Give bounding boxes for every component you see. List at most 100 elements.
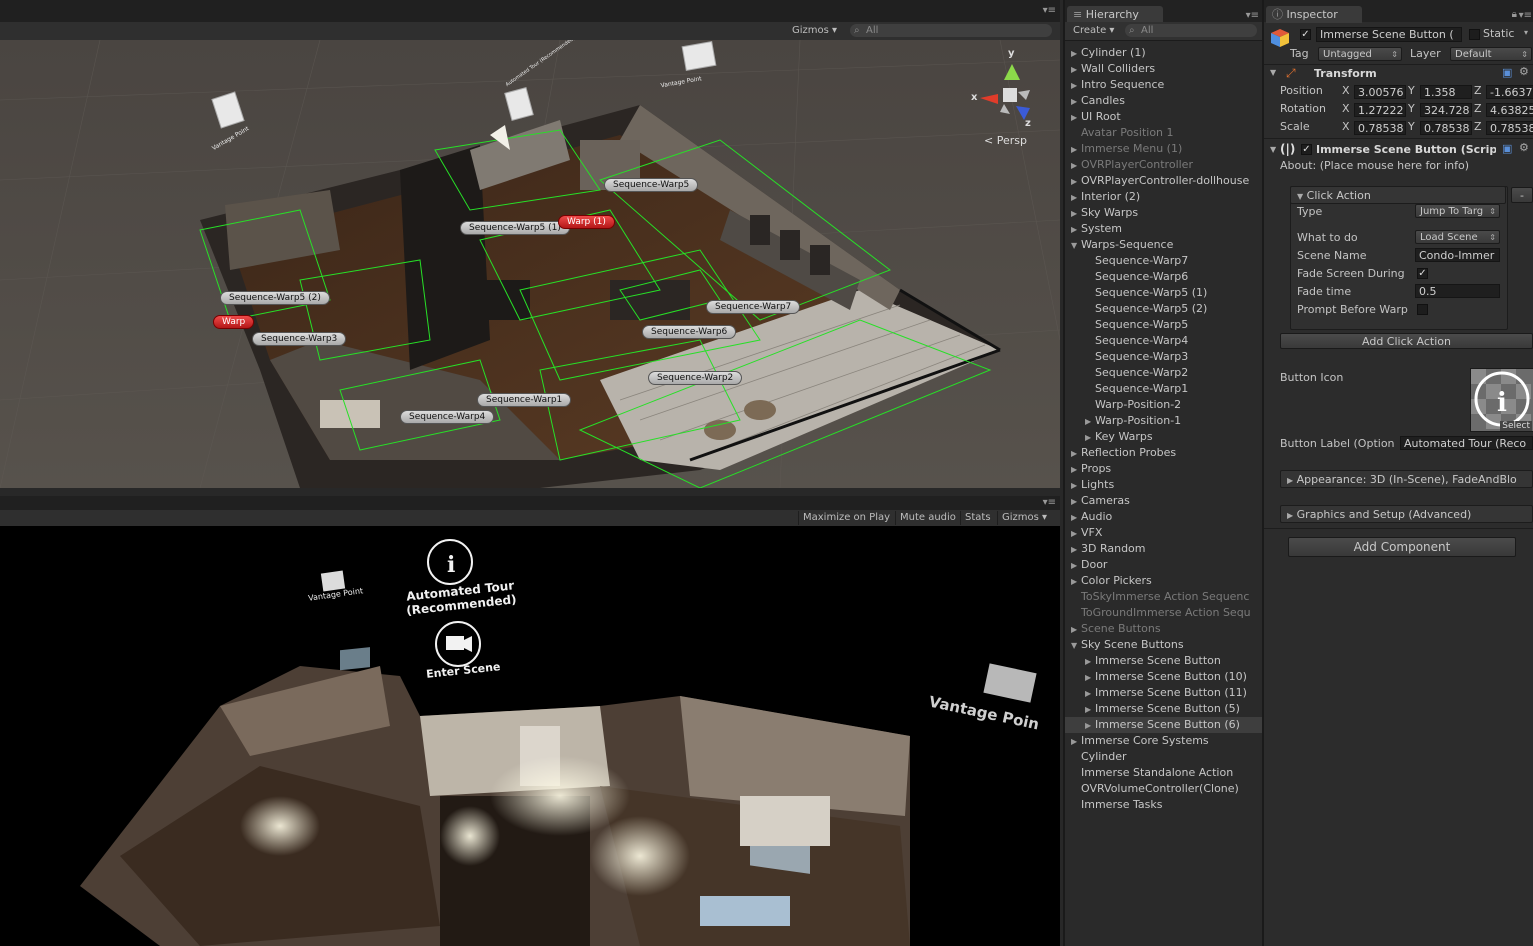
button-label-field[interactable]: Automated Tour (Reco: [1400, 436, 1533, 450]
collapsed-arrow-icon[interactable]: ▶: [1071, 542, 1081, 557]
collapsed-arrow-icon[interactable]: ▶: [1071, 142, 1081, 157]
add-click-action-button[interactable]: Add Click Action: [1280, 333, 1533, 349]
scene-search-input[interactable]: ⌕ All: [850, 24, 1052, 37]
collapsed-arrow-icon[interactable]: ▶: [1085, 702, 1095, 717]
create-dropdown[interactable]: Create ▾: [1069, 24, 1118, 38]
hierarchy-item[interactable]: ▶ UI Root: [1065, 109, 1268, 125]
warp-label[interactable]: Warp (1): [558, 215, 615, 229]
gear-icon[interactable]: ⚙: [1519, 65, 1529, 78]
rotation-x-field[interactable]: 1.27222: [1354, 103, 1406, 117]
script-enabled-checkbox[interactable]: ✓: [1301, 144, 1312, 155]
warp-label[interactable]: Sequence-Warp1: [477, 393, 572, 407]
orientation-gizmo[interactable]: y x z < Persp: [960, 48, 1050, 150]
collapsed-arrow-icon[interactable]: ▶: [1071, 206, 1081, 221]
game-canvas[interactable]: i Vantage Point Automated Tour (Recommen…: [0, 526, 1060, 946]
collapsed-arrow-icon[interactable]: ▶: [1085, 718, 1095, 733]
collapsed-arrow-icon[interactable]: ▶: [1071, 734, 1081, 749]
add-component-button[interactable]: Add Component: [1288, 537, 1516, 557]
collapsed-arrow-icon[interactable]: ▶: [1085, 686, 1095, 701]
warp-label[interactable]: Sequence-Warp5: [604, 178, 699, 192]
remove-click-action-button[interactable]: -: [1511, 187, 1533, 203]
hierarchy-item[interactable]: ▶ Candles: [1065, 93, 1268, 109]
scene-gizmos-dropdown[interactable]: Gizmos ▾: [788, 24, 841, 38]
hierarchy-item[interactable]: OVRVolumeController(Clone): [1065, 781, 1268, 797]
hierarchy-item[interactable]: Sequence-Warp4: [1065, 333, 1282, 349]
collapsed-arrow-icon[interactable]: ▶: [1071, 190, 1081, 205]
hierarchy-item[interactable]: ▶ Immerse Scene Button: [1065, 653, 1282, 669]
hierarchy-item[interactable]: ▶ Immerse Scene Button (6): [1065, 717, 1282, 733]
panel-menu-icon-3[interactable]: ▾≡: [1246, 10, 1259, 21]
collapsed-arrow-icon[interactable]: ▶: [1071, 574, 1081, 589]
hierarchy-item[interactable]: ▶ Audio: [1065, 509, 1268, 525]
hierarchy-item[interactable]: ToSkyImmerse Action Sequenc: [1065, 589, 1268, 605]
hierarchy-item[interactable]: ▶ Immerse Scene Button (5): [1065, 701, 1282, 717]
collapsed-arrow-icon[interactable]: ▶: [1071, 622, 1081, 637]
scene-view[interactable]: ▾≡ Gizmos ▾ ⌕ All Vantage Point Vantage …: [0, 0, 1060, 488]
hierarchy-search-input[interactable]: ⌕ All: [1125, 24, 1257, 37]
hierarchy-item[interactable]: Sequence-Warp2: [1065, 365, 1282, 381]
collapsed-arrow-icon[interactable]: ▶: [1071, 158, 1081, 173]
gameobject-name-field[interactable]: Immerse Scene Button (: [1316, 27, 1462, 42]
scale-x-field[interactable]: 0.78538: [1354, 121, 1406, 135]
hierarchy-item[interactable]: Sequence-Warp7: [1065, 253, 1282, 269]
button-icon-picker[interactable]: i Select: [1470, 368, 1533, 432]
collapsed-arrow-icon[interactable]: ▶: [1071, 222, 1081, 237]
fade-time-field[interactable]: 0.5: [1415, 284, 1500, 298]
collapsed-arrow-icon[interactable]: ▶: [1071, 62, 1081, 77]
static-dropdown-icon[interactable]: ▾: [1524, 28, 1528, 37]
prompt-before-warp-checkbox[interactable]: [1417, 304, 1428, 315]
rotation-z-axis-label[interactable]: Z: [1474, 102, 1482, 115]
collapsed-arrow-icon[interactable]: ▶: [1071, 94, 1081, 109]
warp-label[interactable]: Sequence-Warp7: [706, 300, 801, 314]
scale-x-axis-label[interactable]: X: [1342, 120, 1350, 133]
hierarchy-item[interactable]: ▶ Reflection Probes: [1065, 445, 1268, 461]
warp-label[interactable]: Warp: [213, 315, 255, 329]
collapsed-arrow-icon[interactable]: ▶: [1071, 46, 1081, 61]
panel-menu-icon-4[interactable]: ▾≡: [1519, 10, 1532, 21]
collapsed-arrow-icon[interactable]: ▶: [1071, 174, 1081, 189]
hierarchy-item[interactable]: ▶ OVRPlayerController-dollhouse: [1065, 173, 1268, 189]
hierarchy-item[interactable]: Avatar Position 1: [1065, 125, 1268, 141]
rotation-y-axis-label[interactable]: Y: [1408, 102, 1415, 115]
scale-z-axis-label[interactable]: Z: [1474, 120, 1482, 133]
warp-label[interactable]: Sequence-Warp2: [648, 371, 743, 385]
rotation-y-field[interactable]: 324.728: [1420, 103, 1472, 117]
type-dropdown[interactable]: Jump To Targ: [1415, 204, 1500, 218]
hierarchy-item[interactable]: Sequence-Warp3: [1065, 349, 1282, 365]
hierarchy-item[interactable]: ▶ Wall Colliders: [1065, 61, 1268, 77]
collapsed-arrow-icon[interactable]: ▶: [1085, 430, 1095, 445]
position-x-field[interactable]: 3.00576: [1354, 85, 1406, 99]
position-x-axis-label[interactable]: X: [1342, 84, 1350, 97]
hierarchy-item[interactable]: Sequence-Warp1: [1065, 381, 1282, 397]
collapsed-arrow-icon[interactable]: ▶: [1071, 478, 1081, 493]
rotation-z-field[interactable]: 4.63825: [1486, 103, 1533, 117]
rotation-x-axis-label[interactable]: X: [1342, 102, 1350, 115]
static-checkbox[interactable]: [1469, 29, 1480, 40]
maximize-on-play-toggle[interactable]: Maximize on Play: [798, 511, 894, 525]
hierarchy-item[interactable]: ToGroundImmerse Action Sequ: [1065, 605, 1268, 621]
tab-inspector[interactable]: ⓘ Inspector: [1266, 6, 1362, 23]
hierarchy-item[interactable]: ▼ Warps-Sequence: [1065, 237, 1268, 253]
scale-z-field[interactable]: 0.78538: [1486, 121, 1533, 135]
collapsed-arrow-icon[interactable]: ▶: [1071, 446, 1081, 461]
hierarchy-item[interactable]: ▶ Sky Warps: [1065, 205, 1268, 221]
panel-menu-icon[interactable]: ▾≡: [1043, 5, 1056, 16]
what-to-do-dropdown[interactable]: Load Scene: [1415, 230, 1500, 244]
hierarchy-item[interactable]: Sequence-Warp5 (2): [1065, 301, 1282, 317]
position-z-axis-label[interactable]: Z: [1474, 84, 1482, 97]
tag-dropdown[interactable]: Untagged: [1318, 47, 1402, 61]
about-text[interactable]: About: (Place mouse here for info): [1280, 159, 1469, 172]
tab-hierarchy[interactable]: ≡ Hierarchy: [1067, 6, 1163, 23]
hierarchy-item[interactable]: ▶ Intro Sequence: [1065, 77, 1268, 93]
hierarchy-item[interactable]: ▶ Door: [1065, 557, 1268, 573]
position-z-field[interactable]: -1.6637: [1486, 85, 1533, 99]
collapsed-arrow-icon[interactable]: ▶: [1085, 670, 1095, 685]
hierarchy-item[interactable]: ▶ Scene Buttons: [1065, 621, 1268, 637]
graphics-setup-foldout[interactable]: ▶ Graphics and Setup (Advanced): [1280, 505, 1533, 523]
hierarchy-item[interactable]: Cylinder: [1065, 749, 1268, 765]
game-gizmos-dropdown[interactable]: Gizmos ▾: [997, 511, 1051, 525]
hierarchy-item[interactable]: ▶ Cylinder (1): [1065, 45, 1268, 61]
appearance-foldout[interactable]: ▶ Appearance: 3D (In-Scene), FadeAndBlo: [1280, 470, 1533, 488]
collapsed-arrow-icon[interactable]: ▶: [1085, 654, 1095, 669]
warp-label[interactable]: Sequence-Warp4: [400, 410, 495, 424]
